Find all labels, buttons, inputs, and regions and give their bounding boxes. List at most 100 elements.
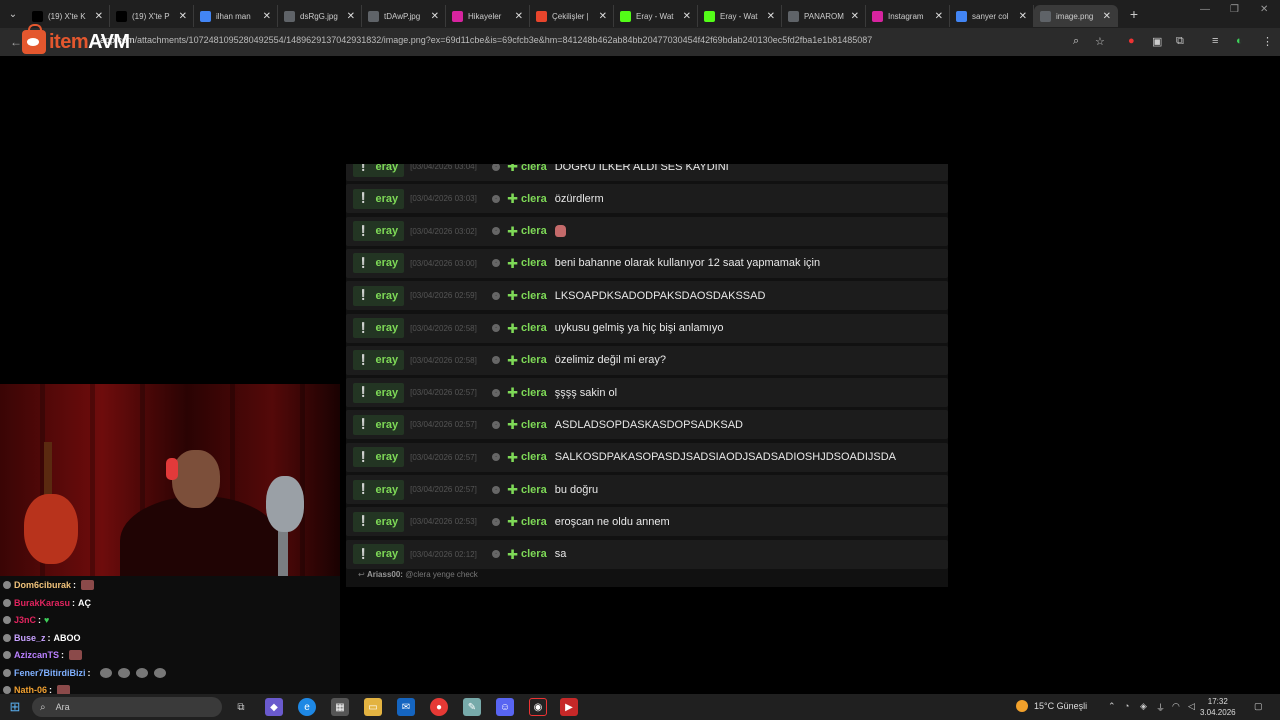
channel-user: eray <box>375 386 399 399</box>
tab-close-icon[interactable]: ✕ <box>1103 11 1111 22</box>
browser-tab[interactable]: dsRgG.jpg ✕ <box>278 5 362 27</box>
channel-user: eray <box>375 354 399 367</box>
task-view-icon[interactable]: ⧉ <box>232 698 250 716</box>
status-dot-icon: ◦ <box>492 550 501 559</box>
status-dot-icon: ◦ <box>492 420 501 429</box>
discord-icon[interactable]: ☺ <box>496 698 514 716</box>
user-badge: ❕ eray <box>353 414 405 435</box>
stream-chat-username[interactable]: BurakKarasu <box>14 598 70 608</box>
restore-icon[interactable]: ❐ <box>1230 4 1239 15</box>
start-icon[interactable]: ⊞ <box>0 699 30 715</box>
browser-tab[interactable]: Eray - Wat ✕ <box>698 5 782 27</box>
browser-tab[interactable]: Çekilişler | ✕ <box>530 5 614 27</box>
tab-close-icon[interactable]: ✕ <box>515 11 523 22</box>
browser-tab[interactable]: (19) X'te P ✕ <box>110 5 194 27</box>
tray-app-icon[interactable]: ◔ <box>1124 701 1129 711</box>
profile-icon[interactable]: ◐ <box>1236 35 1243 47</box>
edge-icon[interactable]: e <box>298 698 316 716</box>
puzzle-icon[interactable]: ⧉ <box>1176 35 1184 48</box>
reading-list-icon[interactable]: ≡ <box>1212 35 1218 47</box>
notification-icon[interactable]: ▢ <box>1254 701 1263 712</box>
browser-tab[interactable]: sanyer col ✕ <box>950 5 1034 27</box>
chrome-icon[interactable]: ● <box>430 698 448 716</box>
tab-close-icon[interactable]: ✕ <box>1019 11 1027 22</box>
google-icon <box>956 10 967 22</box>
wifi-icon[interactable]: ◠ <box>1172 701 1180 712</box>
user-badge: ❕ eray <box>353 164 405 177</box>
tray-usb-icon[interactable]: ⏚ <box>1156 701 1165 714</box>
stream-chat-username[interactable]: Dom6ciburak <box>14 580 71 590</box>
user-badge: ❕ eray <box>353 544 405 565</box>
tab-search-icon[interactable]: ⌄ <box>0 0 26 28</box>
chat-row: ❕ eray [03/04/2026 02:57] ◦ ✚ clera SALKOSDPAK… <box>346 442 948 472</box>
separator: : <box>87 667 91 678</box>
tab-close-icon[interactable]: ✕ <box>179 11 187 22</box>
zoom-icon[interactable]: ⌕ <box>1073 35 1079 48</box>
stream-chat-username[interactable]: AzizcanTS <box>14 650 59 660</box>
extension-red-icon[interactable]: ● <box>1128 35 1135 47</box>
browser-tab[interactable]: ilhan man ✕ <box>194 5 278 27</box>
separator: : <box>38 615 42 625</box>
tray-chevron-icon[interactable]: ⌃ <box>1108 701 1116 712</box>
webcam-feed <box>0 384 340 576</box>
status-dot-icon: ◦ <box>492 164 501 171</box>
copilot-icon[interactable]: ◆ <box>265 698 283 716</box>
video-editor-icon[interactable]: ▶ <box>560 698 578 716</box>
browser-tab[interactable]: tDAwP.jpg ✕ <box>362 5 446 27</box>
tab-close-icon[interactable]: ✕ <box>263 11 271 22</box>
browser-tab[interactable]: PANAROM ✕ <box>782 5 866 27</box>
weather-widget[interactable]: 15°C Güneşli <box>1016 700 1087 712</box>
tab-close-icon[interactable]: ✕ <box>347 11 355 22</box>
exclamation-icon: ❕ <box>357 225 370 237</box>
user-badge: ❕ eray <box>353 382 405 403</box>
stream-chat: Dom6ciburak: BurakKarasu: AÇ J3nC: ♥ Buse_z: A… <box>0 576 340 695</box>
taskbar: ⊞ ⌕ Ara ⧉ ◆ e ▦ ▭ ✉ ● ✎ ☺ ◉ ▶ 15°C Güneş… <box>0 694 1280 720</box>
notepad-icon[interactable]: ✎ <box>463 698 481 716</box>
tab-close-icon[interactable]: ✕ <box>767 11 775 22</box>
new-tab-button[interactable]: + <box>1124 4 1144 24</box>
tab-close-icon[interactable]: ✕ <box>935 11 943 22</box>
mail-icon[interactable]: ✉ <box>397 698 415 716</box>
stream-chat-username[interactable]: J3nC <box>14 615 36 625</box>
tab-label: sanyer col <box>972 11 1009 21</box>
browser-tab[interactable]: Eray - Wat ✕ <box>614 5 698 27</box>
stream-chat-username[interactable]: Fener7BitirdiBizi <box>14 668 86 678</box>
timestamp: [03/04/2026 02:58] <box>410 355 477 365</box>
taskbar-search[interactable]: ⌕ Ara <box>32 697 222 717</box>
browser-tab[interactable]: Instagram ✕ <box>866 5 950 27</box>
browser-tab[interactable]: image.png ✕ <box>1034 5 1118 27</box>
user-badge: ❕ eray <box>353 350 405 371</box>
tab-label: Hikayeler <box>468 11 502 21</box>
separator: : <box>73 580 77 590</box>
tab-close-icon[interactable]: ✕ <box>851 11 859 22</box>
exclamation-icon: ❕ <box>357 548 370 560</box>
sender-name: clera <box>521 257 547 270</box>
kick-icon <box>620 10 631 22</box>
stream-chat-username[interactable]: Buse_z <box>14 633 46 643</box>
store-icon[interactable]: ▦ <box>331 698 349 716</box>
tab-close-icon[interactable]: ✕ <box>95 11 103 22</box>
taskbar-clock[interactable]: 17:32 3.04.2026 <box>1200 696 1236 718</box>
channel-user: eray <box>375 451 399 464</box>
minimize-icon[interactable]: — <box>1200 4 1210 15</box>
tab-close-icon[interactable]: ✕ <box>431 11 439 22</box>
browser-tab[interactable]: Hikayeler ✕ <box>446 5 530 27</box>
close-window-icon[interactable]: ✕ <box>1260 4 1268 15</box>
address-bar: ← ↻ app.com/attachments/1072481095280492… <box>0 28 1280 56</box>
exclamation-icon: ❕ <box>357 193 370 205</box>
tab-close-icon[interactable]: ✕ <box>683 11 691 22</box>
sub-badge-icon: ✚ <box>507 223 518 239</box>
tab-close-icon[interactable]: ✕ <box>599 11 607 22</box>
obs-icon[interactable]: ◉ <box>529 698 547 716</box>
volume-icon[interactable]: ◁ <box>1188 701 1195 712</box>
tray-security-icon[interactable]: ◈ <box>1140 701 1147 712</box>
file-explorer-icon[interactable]: ▭ <box>364 698 382 716</box>
browser-menu-icon[interactable]: ⋮ <box>1262 35 1273 48</box>
user-badge-icon <box>3 598 11 607</box>
tab-label: Eray - Wat <box>720 11 758 21</box>
chat-row: ❕ eray [03/04/2026 03:02] ◦ ✚ clera <box>346 216 948 246</box>
bookmark-star-icon[interactable]: ☆ <box>1095 35 1105 48</box>
extension-icon[interactable]: ▣ <box>1152 35 1162 48</box>
sub-badge-icon: ✚ <box>507 288 518 304</box>
url-field[interactable]: app.com/attachments/1072481095280492554/… <box>100 35 872 45</box>
